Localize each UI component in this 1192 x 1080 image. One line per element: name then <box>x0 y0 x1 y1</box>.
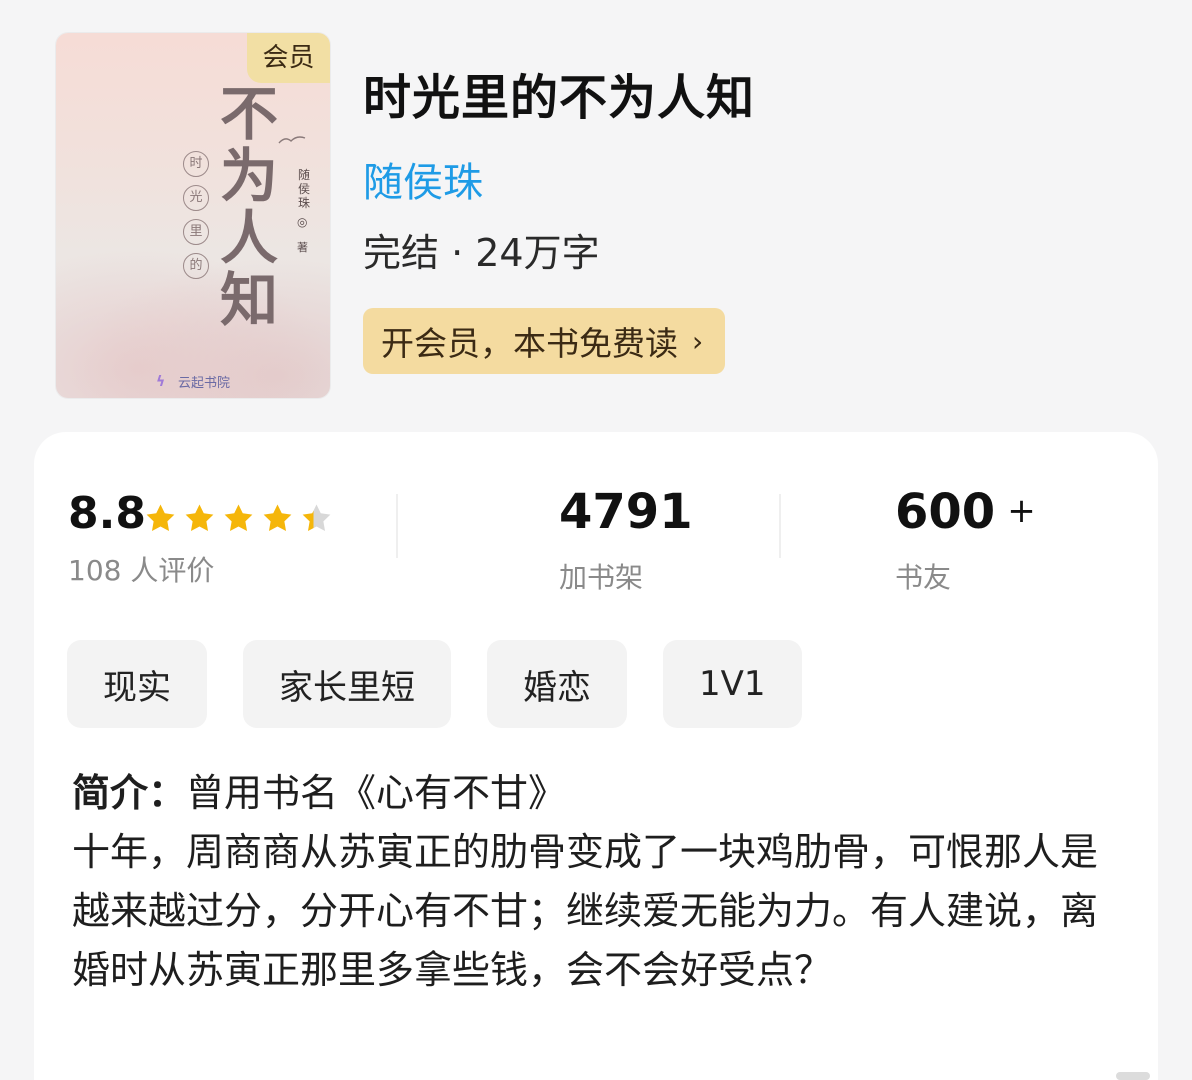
book-cover[interactable]: 时 光 里 的 不为人知 随侯珠 ◎ 著 ϟ 云起书院 <box>56 33 330 398</box>
divider <box>779 494 781 558</box>
cover-title: 不为人知 <box>219 80 278 334</box>
tag-list: 现实 家长里短 婚恋 1V1 <box>67 640 802 728</box>
book-info-card: 8.8 108 人评价 4791 加书架 600 + 书友 现实 家长里短 婚恋 … <box>34 432 1158 1080</box>
cover-author-mark: ◎ <box>297 215 308 229</box>
cover-subtitle-char: 时 <box>183 151 209 177</box>
rating-stars <box>144 502 333 535</box>
star-icon <box>263 504 292 532</box>
friends-count[interactable]: 600 + <box>895 484 1036 540</box>
star-icon <box>146 504 175 532</box>
star-icon <box>185 504 214 532</box>
tag-chip[interactable]: 现实 <box>67 640 207 728</box>
tag-chip[interactable]: 1V1 <box>663 640 802 728</box>
star-icon <box>224 504 253 532</box>
vip-button-label: 开会员，本书免费读 <box>381 324 678 363</box>
cover-author-suffix: 著 <box>297 241 308 254</box>
cover-subtitle-char: 里 <box>183 219 209 245</box>
author-link[interactable]: 随侯珠 <box>363 150 483 208</box>
cover-author: 随侯珠 <box>297 168 310 210</box>
friends-count-value: 600 <box>895 484 996 540</box>
tag-chip[interactable]: 家长里短 <box>243 640 451 728</box>
cover-publisher: ϟ 云起书院 <box>156 372 231 392</box>
scrollbar-thumb[interactable] <box>1116 1072 1150 1080</box>
intro-former-title: 曾用书名《心有不甘》 <box>186 771 567 815</box>
vip-badge: 会员 <box>247 33 330 83</box>
rating-score: 8.8 <box>68 488 146 539</box>
publisher-logo-icon: ϟ <box>156 373 166 390</box>
rating-count[interactable]: 108 人评价 <box>68 549 214 589</box>
cover-subtitle-char: 的 <box>183 253 209 279</box>
book-detail-page: 时 光 里 的 不为人知 随侯珠 ◎ 著 ϟ 云起书院 会员 时光里的不为人知 … <box>0 0 1192 1080</box>
intro-label: 简介： <box>72 771 187 815</box>
friends-label: 书友 <box>895 561 952 594</box>
intro-first-line: 简介：曾用书名《心有不甘》 <box>72 764 1132 823</box>
friends-count-plus: + <box>1007 491 1036 531</box>
cover-subtitle-char: 光 <box>183 185 209 211</box>
shelf-label: 加书架 <box>559 561 644 594</box>
star-icon <box>302 504 331 532</box>
divider <box>396 494 398 558</box>
tag-chip[interactable]: 婚恋 <box>487 640 627 728</box>
chevron-right-icon: › <box>692 324 704 358</box>
book-meta: 完结 · 24万字 <box>363 231 600 275</box>
book-title: 时光里的不为人知 <box>363 70 756 126</box>
intro-body: 十年，周商商从苏寅正的肋骨变成了一块鸡肋骨，可恨那人是越来越过分，分开心有不甘；… <box>72 830 1099 992</box>
publisher-name: 云起书院 <box>178 376 231 391</box>
vip-free-read-button[interactable]: 开会员，本书免费读 › <box>363 308 726 374</box>
cover-subtitle: 时 光 里 的 <box>183 151 211 287</box>
shelf-count: 4791 <box>559 484 693 540</box>
book-intro[interactable]: 简介：曾用书名《心有不甘》 十年，周商商从苏寅正的肋骨变成了一块鸡肋骨，可恨那人… <box>72 764 1132 1000</box>
